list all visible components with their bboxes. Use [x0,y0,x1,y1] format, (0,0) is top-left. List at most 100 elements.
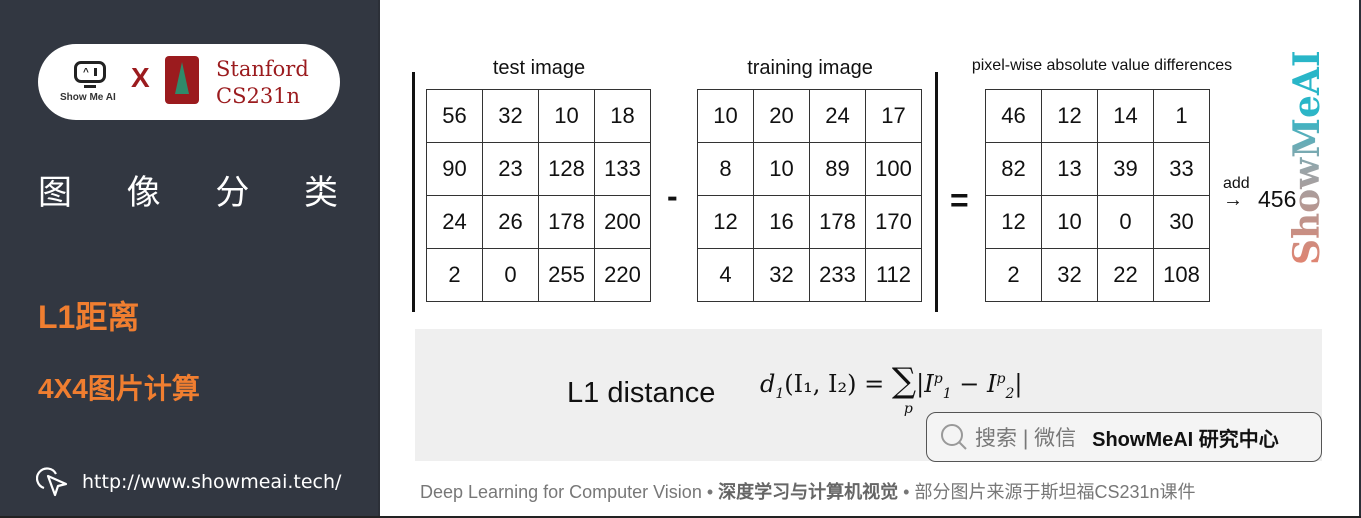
formula-minus: − I [951,370,997,398]
abs-bar-right [935,72,938,312]
stanford-text: Stanford CS231n [216,56,309,110]
training-image-matrix: 10 20 24 17 8 10 89 100 12 16 178 170 4 32 233 112 [697,89,922,302]
matrix-cell: 255 [538,248,595,302]
matrix-cell: 23 [482,142,539,196]
l1-distance-label: L1 distance [567,377,716,409]
training-image-label: training image [747,57,873,79]
matrix-cell: 56 [426,89,483,143]
stanford-line2: CS231n [216,84,301,108]
cursor-click-icon [36,467,68,497]
section-title-char: 像 [126,174,161,212]
equals-operator: = [950,182,969,218]
matrix-cell: 100 [865,142,922,196]
topic-title: L1距离 [38,299,140,335]
footer-part2: 深度学习与计算机视觉 [718,482,899,502]
matrix-row: 56 32 10 18 [426,89,651,143]
matrix-cell: 90 [426,142,483,196]
formula-sup2: p [996,371,1006,387]
matrix-cell: 200 [594,195,651,249]
matrix-cell: 2 [985,248,1042,302]
formula-d-sub: 1 [775,385,785,402]
matrix-cell: 108 [1153,248,1210,302]
matrix-row: 82 13 39 33 [985,142,1210,196]
section-title-char: 分 [215,174,250,212]
footer-sep1: • [701,482,719,502]
abs-bar-left [412,72,415,312]
matrix-row: 2 0 255 220 [426,248,651,302]
formula-sub1: 1 [942,385,952,402]
footer-part1: Deep Learning for Computer Vision [420,482,702,502]
matrix-cell: 24 [809,89,866,143]
matrix-row: 2 32 22 108 [985,248,1210,302]
logo-banner: ^ Show Me AI X Stanford CS231n [38,44,340,120]
sidebar: ^ Show Me AI X Stanford CS231n 图 像 分 类 L… [0,0,378,516]
test-image-matrix: 56 32 10 18 90 23 128 133 24 26 178 200 2 0 255 220 [426,89,651,302]
matrix-cell: 10 [697,89,754,143]
add-arrow: add → [1223,175,1250,211]
matrix-cell: 32 [1041,248,1098,302]
matrix-row: 24 26 178 200 [426,195,651,249]
matrix-cell: 24 [426,195,483,249]
matrix-cell: 128 [538,142,595,196]
test-image-label: test image [492,57,586,79]
website-link[interactable]: http://www.showmeai.tech/ [36,466,341,498]
matrix-cell: 220 [594,248,651,302]
matrix-row: 12 16 178 170 [697,195,922,249]
matrix-row: 12 10 0 30 [985,195,1210,249]
matrix-cell: 10 [538,89,595,143]
showmeai-logo-text: Show Me AI [60,92,116,103]
matrix-cell: 2 [426,248,483,302]
matrix-cell: 46 [985,89,1042,143]
sum-subscript: p [903,401,913,417]
stanford-logo-icon [165,56,199,104]
matrix-row: 46 12 14 1 [985,89,1210,143]
matrix-cell: 18 [594,89,651,143]
footer-part3: 部分图片来源于斯坦福CS231n课件 [914,482,1196,502]
showmeai-logo: ^ Show Me AI [60,58,126,108]
sum-symbol: ∑ p [891,361,917,417]
matrix-cell: 178 [538,195,595,249]
matrix-cell: 170 [865,195,922,249]
matrix-cell: 10 [753,142,810,196]
matrix-cell: 20 [753,89,810,143]
stanford-line1: Stanford [216,57,309,81]
matrix-cell: 30 [1153,195,1210,249]
matrix-cell: 178 [809,195,866,249]
matrix-cell: 0 [1097,195,1154,249]
matrix-cell: 4 [697,248,754,302]
matrix-cell: 112 [865,248,922,302]
formula-d: d [760,370,776,398]
matrix-cell: 1 [1153,89,1210,143]
matrix-cell: 14 [1097,89,1154,143]
matrix-row: 8 10 89 100 [697,142,922,196]
matrix-cell: 233 [809,248,866,302]
showmeai-watermark: ShowMeAI [1286,40,1328,276]
matrix-cell: 32 [482,89,539,143]
search-brand: ShowMeAI 研究中心 [1092,428,1279,451]
matrix-cell: 8 [697,142,754,196]
minus-operator: - [667,178,678,214]
l1-formula: d1(I₁, I₂) = ∑ p |Ip1 − Ip2| [760,361,1022,417]
matrix-cell: 39 [1097,142,1154,196]
matrix-cell: 82 [985,142,1042,196]
footer-caption: Deep Learning for Computer Vision • 深度学习… [420,478,1196,504]
matrix-cell: 32 [753,248,810,302]
matrix-cell: 12 [697,195,754,249]
collab-x: X [131,62,150,93]
matrix-cell: 13 [1041,142,1098,196]
wechat-search-box[interactable]: 搜索 | 微信 ShowMeAI 研究中心 [926,412,1322,462]
arrow-right-icon: → [1223,189,1243,211]
matrix-cell: 33 [1153,142,1210,196]
sum-glyph: ∑ [891,361,917,401]
matrix-cell: 12 [1041,89,1098,143]
search-icon [941,424,967,450]
differences-matrix: 46 12 14 1 82 13 39 33 12 10 0 30 2 32 22 108 [985,89,1210,302]
formula-sup1: p [933,371,943,387]
website-url[interactable]: http://www.showmeai.tech/ [82,471,341,493]
differences-label: pixel-wise absolute value differences [971,57,1233,74]
matrix-cell: 26 [482,195,539,249]
matrix-cell: 17 [865,89,922,143]
matrix-cell: 22 [1097,248,1154,302]
search-placeholder: 搜索 | 微信 [975,427,1077,450]
slide-content: test image 56 32 10 18 90 23 128 133 24 26 178 200 2… [380,0,1359,516]
